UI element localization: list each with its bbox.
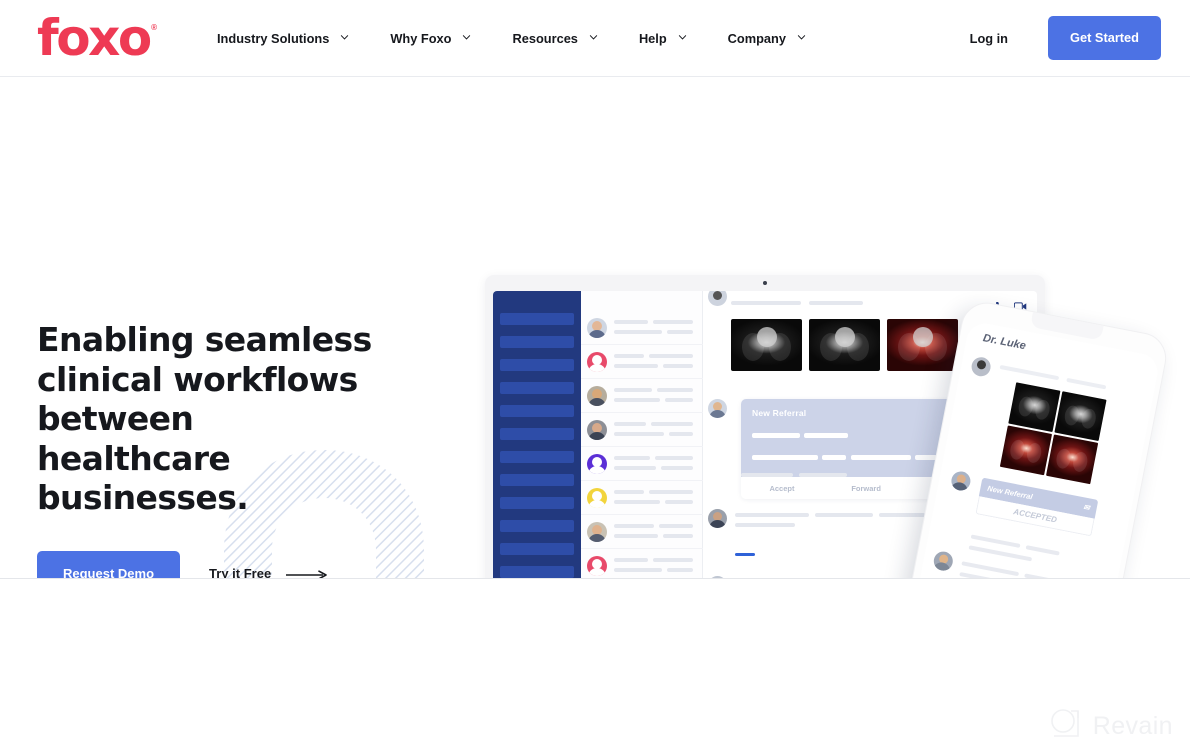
avatar: [587, 318, 607, 338]
list-item[interactable]: [581, 345, 703, 379]
pet-scan-thumbnail[interactable]: [1045, 434, 1099, 485]
avatar: [587, 352, 607, 372]
ct-scan-thumbnail[interactable]: [1054, 391, 1107, 442]
pet-scan-thumbnail[interactable]: [999, 425, 1053, 476]
sidebar-nav-row[interactable]: [500, 313, 574, 325]
main-navigation: Industry Solutions Why Foxo Resources He…: [217, 31, 847, 46]
revain-logo-icon: [1049, 707, 1082, 745]
get-started-button[interactable]: Get Started: [1048, 16, 1161, 60]
sidebar-nav-row[interactable]: [500, 543, 574, 555]
nav-label: Why Foxo: [390, 30, 452, 46]
sidebar-nav-row[interactable]: [500, 497, 574, 509]
avatar: [949, 469, 973, 493]
cookie-consent-banner: This website stores cookies on your comp…: [0, 578, 1190, 753]
nav-label: Resources: [512, 30, 578, 46]
list-item[interactable]: [581, 447, 703, 481]
app-sidebar: [493, 291, 581, 578]
sidebar-nav-row[interactable]: [500, 451, 574, 463]
hero-cta-group: Request Demo Try it Free: [37, 550, 397, 579]
avatar: [587, 522, 607, 542]
referral-accept-button[interactable]: Accept: [769, 484, 794, 493]
sidebar-nav-row[interactable]: [500, 428, 574, 440]
phone-scan-grid: [999, 382, 1107, 485]
chevron-down-icon: [678, 33, 687, 42]
revain-watermark-label: Revain: [1092, 711, 1173, 740]
ct-scan-thumbnail[interactable]: [731, 319, 802, 371]
header-actions: Log in Get Started: [970, 16, 1161, 60]
phone-referral-count: ✉: [1082, 502, 1091, 513]
nav-item-resources[interactable]: Resources: [512, 30, 598, 46]
sidebar-nav-row[interactable]: [500, 382, 574, 394]
nav-label: Help: [638, 30, 667, 46]
chevron-down-icon: [589, 33, 598, 42]
contact-list: [581, 291, 703, 578]
avatar: [587, 420, 607, 440]
sidebar-nav-row[interactable]: [500, 405, 574, 417]
login-link[interactable]: Log in: [970, 31, 1008, 46]
nav-label: Industry Solutions: [217, 30, 330, 46]
ct-scan-thumbnail[interactable]: [809, 319, 880, 371]
chevron-down-icon: [340, 33, 349, 42]
avatar: [932, 549, 955, 573]
hero-section: Enabling seamless clinical workflows bet…: [0, 77, 1190, 578]
avatar: [587, 386, 607, 406]
list-item[interactable]: [581, 515, 703, 549]
sidebar-nav-row[interactable]: [500, 474, 574, 486]
foxo-logo[interactable]: foxo ®: [37, 9, 157, 67]
sidebar-nav-row[interactable]: [500, 359, 574, 371]
nav-item-help[interactable]: Help: [639, 31, 687, 46]
nav-item-company[interactable]: Company: [728, 31, 806, 46]
trademark-icon: ®: [151, 23, 157, 32]
avatar: [708, 509, 727, 528]
list-item[interactable]: [581, 379, 703, 413]
phone-referral-card[interactable]: New Referral ✉ ACCEPTED: [975, 477, 1099, 537]
avatar: [587, 454, 607, 474]
logo-wordmark: foxo: [37, 9, 152, 67]
nav-item-why-foxo[interactable]: Why Foxo: [390, 31, 471, 46]
nav-label: Company: [727, 30, 786, 46]
product-screenshot-mockup: New Referral Accept Forward Dr. Luke New…: [417, 197, 1190, 578]
avatar: [587, 556, 607, 576]
referral-forward-button[interactable]: Forward: [851, 484, 881, 493]
list-item[interactable]: [581, 481, 703, 515]
page-title: Enabling seamless clinical workflows bet…: [37, 320, 372, 517]
avatar: [708, 399, 727, 418]
try-it-free-link[interactable]: Try it Free: [209, 565, 328, 579]
try-it-free-label: Try it Free: [209, 565, 272, 579]
revain-watermark: Revain: [1049, 707, 1173, 745]
avatar: [587, 488, 607, 508]
list-item[interactable]: [581, 311, 703, 345]
avatar: [708, 291, 727, 306]
site-header: foxo ® Industry Solutions Why Foxo Resou…: [0, 0, 1190, 77]
pet-scan-thumbnail[interactable]: [887, 319, 958, 371]
laptop-camera-icon: [763, 281, 767, 285]
arrow-right-icon: [286, 568, 328, 578]
sidebar-nav-row[interactable]: [500, 566, 574, 578]
ct-scan-thumbnail[interactable]: [1008, 382, 1061, 433]
sidebar-nav-row[interactable]: [500, 336, 574, 348]
chevron-down-icon: [462, 33, 471, 42]
list-item[interactable]: [581, 413, 703, 447]
request-demo-button[interactable]: Request Demo: [37, 550, 181, 578]
sidebar-nav-row[interactable]: [500, 520, 574, 532]
chevron-down-icon: [797, 33, 806, 42]
list-item[interactable]: [581, 549, 703, 578]
nav-item-industry-solutions[interactable]: Industry Solutions: [217, 31, 349, 46]
avatar: [969, 355, 993, 378]
hero-copy: Enabling seamless clinical workflows bet…: [37, 320, 397, 578]
